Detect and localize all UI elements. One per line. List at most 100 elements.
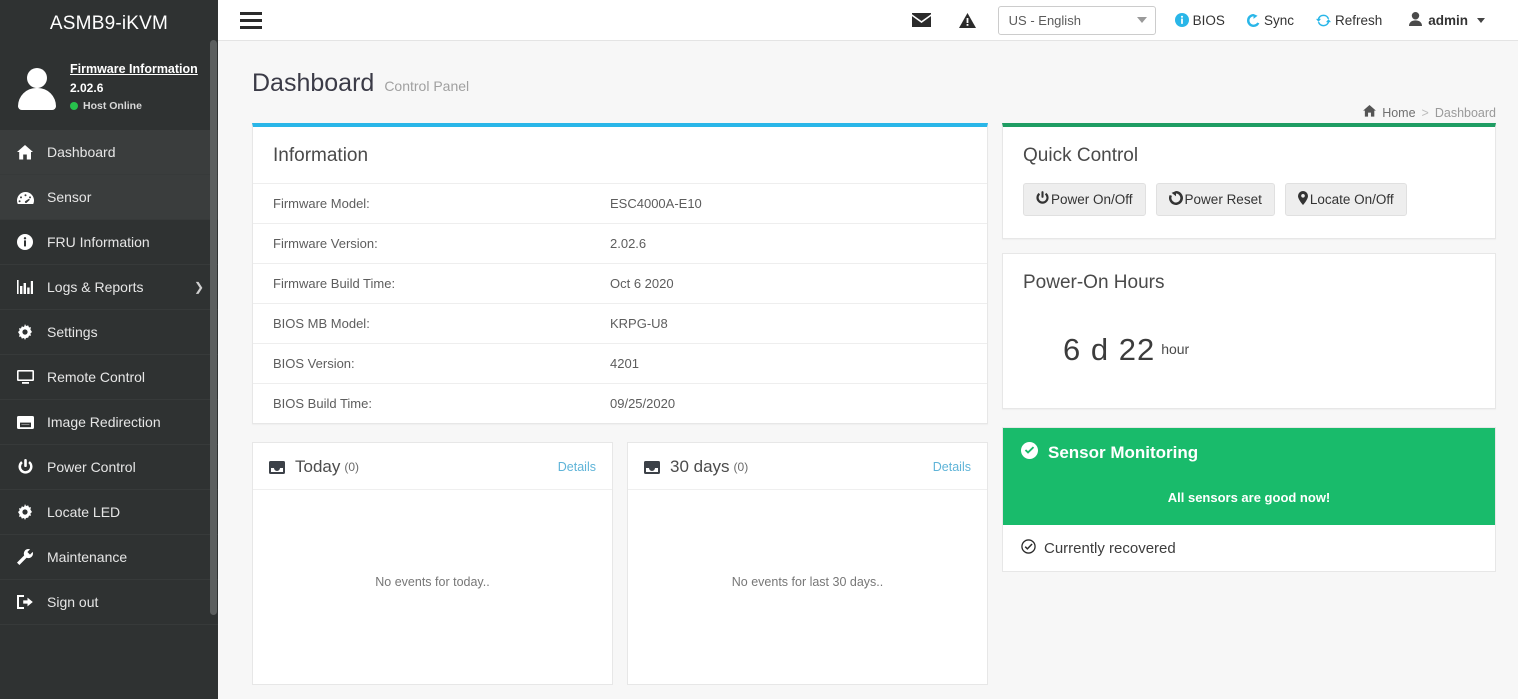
map-pin-icon bbox=[1297, 191, 1308, 208]
event-card-title: Today bbox=[295, 457, 341, 476]
sidebar-item-sign-out[interactable]: Sign out bbox=[0, 580, 218, 625]
chevron-down-icon bbox=[1136, 17, 1147, 23]
breadcrumb-current: Dashboard bbox=[1434, 105, 1496, 120]
info-value: Oct 6 2020 bbox=[610, 276, 674, 291]
sidebar-item-settings[interactable]: Settings bbox=[0, 310, 218, 355]
info-value: 2.02.6 bbox=[610, 236, 647, 251]
today-events-card: Today (0) Details No events for today.. bbox=[252, 442, 613, 685]
gear-icon bbox=[16, 504, 34, 520]
disk-icon bbox=[16, 415, 34, 429]
button-label: Locate On/Off bbox=[1309, 192, 1394, 207]
home-icon bbox=[16, 144, 34, 160]
sidebar-item-fru-information[interactable]: FRU Information bbox=[0, 220, 218, 265]
topbar: US - English BIOS Sync Refresh admin bbox=[218, 0, 1518, 41]
sidebar-item-label: Sign out bbox=[47, 594, 99, 610]
refresh-label: Refresh bbox=[1334, 12, 1383, 28]
refresh-icon bbox=[1315, 14, 1331, 27]
sensor-status-message: All sensors are good now! bbox=[1167, 490, 1331, 505]
details-link[interactable]: Details bbox=[933, 460, 971, 474]
sidebar-item-power-control[interactable]: Power Control bbox=[0, 445, 218, 490]
page-title: Dashboard bbox=[252, 69, 375, 97]
information-table: Firmware Model: ESC4000A-E10 Firmware Ve… bbox=[253, 183, 987, 423]
table-row: Firmware Version: 2.02.6 bbox=[253, 223, 987, 264]
power-on-hours-value-wrap: 6 d 22 hour bbox=[1003, 310, 1495, 408]
power-on-off-button[interactable]: Power On/Off bbox=[1023, 183, 1146, 216]
sidebar-item-label: Remote Control bbox=[47, 369, 146, 385]
info-key: Firmware Version: bbox=[273, 236, 378, 251]
quick-control-title: Quick Control bbox=[1023, 145, 1139, 166]
monitor-icon bbox=[16, 370, 34, 384]
dashboard-grid: Information Firmware Model: ESC4000A-E10… bbox=[240, 98, 1496, 685]
power-icon bbox=[1036, 191, 1049, 208]
sync-label: Sync bbox=[1263, 12, 1294, 28]
sidebar-item-locate-led[interactable]: Locate LED bbox=[0, 490, 218, 535]
user-menu[interactable]: admin bbox=[1393, 11, 1496, 29]
sidebar: ASMB9-iKVM Firmware Information 2.02.6 H… bbox=[0, 0, 218, 699]
envelope-icon[interactable] bbox=[898, 13, 945, 27]
sidebar-item-label: Dashboard bbox=[47, 144, 116, 160]
topbar-actions: US - English BIOS Sync Refresh admin bbox=[898, 5, 1496, 35]
sidebar-item-sensor[interactable]: Sensor bbox=[0, 175, 218, 220]
person-icon bbox=[1409, 11, 1423, 29]
chevron-right-icon: ❯ bbox=[193, 280, 204, 294]
refresh-button[interactable]: Refresh bbox=[1305, 13, 1393, 28]
hamburger-icon[interactable] bbox=[238, 8, 264, 33]
info-value: 09/25/2020 bbox=[610, 396, 676, 411]
bios-label: BIOS bbox=[1192, 12, 1225, 28]
info-key: BIOS MB Model: bbox=[273, 316, 370, 331]
sensor-footer: Currently recovered bbox=[1003, 525, 1495, 571]
right-column: Quick Control Power On/Off Power Reset L… bbox=[1002, 123, 1496, 685]
user-menu-label: admin bbox=[1428, 12, 1468, 28]
info-value: ESC4000A-E10 bbox=[610, 196, 702, 211]
sidebar-item-label: Locate LED bbox=[47, 504, 121, 520]
breadcrumb-home[interactable]: Home bbox=[1382, 106, 1415, 120]
power-reset-button[interactable]: Power Reset bbox=[1155, 183, 1275, 216]
info-icon bbox=[16, 234, 34, 250]
sidebar-item-label: FRU Information bbox=[47, 234, 150, 250]
power-on-hours-unit: hour bbox=[1161, 340, 1190, 357]
table-row: BIOS Version: 4201 bbox=[253, 343, 987, 384]
app-root: ASMB9-iKVM Firmware Information 2.02.6 H… bbox=[0, 0, 1518, 699]
table-row: Firmware Build Time: Oct 6 2020 bbox=[253, 263, 987, 304]
details-link[interactable]: Details bbox=[558, 460, 596, 474]
check-circle-icon bbox=[1021, 539, 1036, 557]
page-content: Dashboard Control Panel Home > Dashboard… bbox=[218, 41, 1518, 699]
sidebar-item-label: Maintenance bbox=[47, 549, 128, 565]
info-key: Firmware Build Time: bbox=[273, 276, 396, 291]
page-subtitle: Control Panel bbox=[384, 78, 470, 94]
sidebar-item-dashboard[interactable]: Dashboard bbox=[0, 130, 218, 175]
chart-bar-icon bbox=[16, 280, 34, 294]
empty-state-text: No events for last 30 days.. bbox=[731, 575, 884, 589]
sync-button[interactable]: Sync bbox=[1236, 13, 1305, 28]
event-count: (0) bbox=[344, 460, 360, 474]
avatar bbox=[16, 66, 58, 110]
power-icon bbox=[16, 459, 34, 475]
language-select[interactable]: US - English bbox=[997, 5, 1156, 35]
sidebar-item-remote-control[interactable]: Remote Control bbox=[0, 355, 218, 400]
sidebar-scrollbar[interactable] bbox=[210, 40, 217, 615]
table-row: Firmware Model: ESC4000A-E10 bbox=[253, 183, 987, 224]
firmware-version: 2.02.6 bbox=[70, 80, 104, 95]
sidebar-item-logs-reports[interactable]: Logs & Reports ❯ bbox=[0, 265, 218, 310]
info-value: 4201 bbox=[610, 356, 639, 371]
check-circle-icon bbox=[1021, 442, 1038, 464]
breadcrumb-separator: > bbox=[1421, 105, 1429, 120]
sidebar-item-image-redirection[interactable]: Image Redirection bbox=[0, 400, 218, 445]
firmware-information-link[interactable]: Firmware Information bbox=[70, 61, 198, 78]
bios-button[interactable]: BIOS bbox=[1164, 13, 1236, 28]
table-row: BIOS Build Time: 09/25/2020 bbox=[253, 383, 987, 424]
empty-state-text: No events for today.. bbox=[375, 575, 490, 589]
chevron-down-icon bbox=[1477, 17, 1485, 23]
locate-on-off-button[interactable]: Locate On/Off bbox=[1284, 183, 1407, 216]
reset-icon bbox=[1168, 191, 1183, 208]
brand-title: ASMB9-iKVM bbox=[0, 0, 218, 48]
sidebar-item-label: Settings bbox=[47, 324, 98, 340]
sidebar-item-maintenance[interactable]: Maintenance bbox=[0, 535, 218, 580]
button-label: Power Reset bbox=[1184, 192, 1262, 207]
sync-icon bbox=[1246, 13, 1260, 27]
gauge-icon bbox=[16, 191, 34, 204]
sensor-monitoring-title: Sensor Monitoring bbox=[1048, 443, 1199, 462]
warning-triangle-icon[interactable] bbox=[945, 12, 990, 28]
inbox-icon bbox=[644, 460, 660, 474]
user-summary: Firmware Information 2.02.6 Host Online bbox=[0, 48, 218, 130]
